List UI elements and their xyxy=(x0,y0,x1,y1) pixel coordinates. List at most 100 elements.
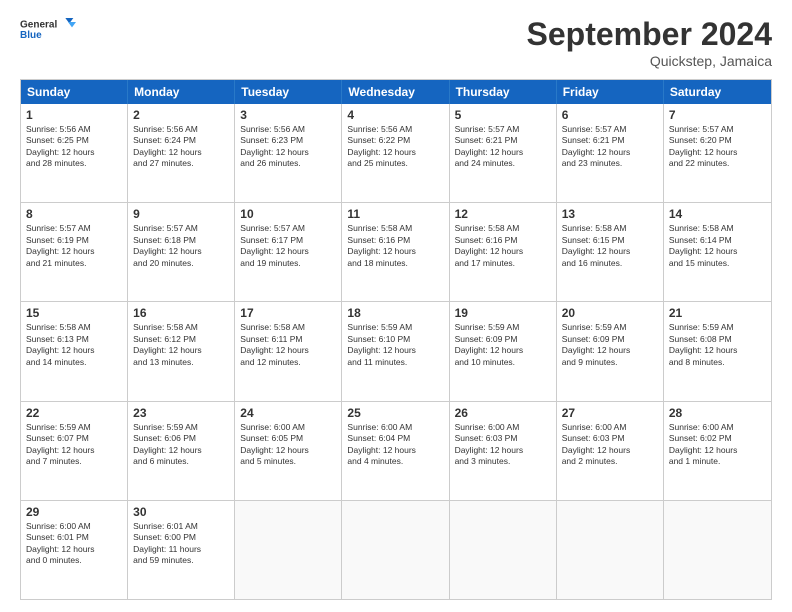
empty-cell xyxy=(450,501,557,599)
cell-info: Sunrise: 6:00 AM Sunset: 6:03 PM Dayligh… xyxy=(455,422,551,468)
day-number: 22 xyxy=(26,406,122,420)
logo-icon: GeneralBlue xyxy=(20,16,80,44)
title-block: September 2024 Quickstep, Jamaica xyxy=(527,16,772,69)
day-cell-12: 12 Sunrise: 5:58 AM Sunset: 6:16 PM Dayli… xyxy=(450,203,557,301)
cell-info: Sunrise: 6:00 AM Sunset: 6:05 PM Dayligh… xyxy=(240,422,336,468)
header-day-wednesday: Wednesday xyxy=(342,80,449,104)
day-cell-4: 4Sunrise: 5:56 AM Sunset: 6:22 PM Daylig… xyxy=(342,104,449,202)
day-cell-15: 15Sunrise: 5:58 AM Sunset: 6:13 PM Dayli… xyxy=(21,302,128,400)
page: GeneralBlue September 2024 Quickstep, Ja… xyxy=(0,0,792,612)
cell-info: Sunrise: 5:59 AM Sunset: 6:08 PM Dayligh… xyxy=(669,322,766,368)
logo: GeneralBlue xyxy=(20,16,80,44)
day-number: 7 xyxy=(669,108,766,122)
cell-info: Sunrise: 5:57 AM Sunset: 6:18 PM Dayligh… xyxy=(133,223,229,269)
cell-info: Sunrise: 5:59 AM Sunset: 6:10 PM Dayligh… xyxy=(347,322,443,368)
day-cell-30: 30 Sunrise: 6:01 AM Sunset: 6:00 PM Dayli… xyxy=(128,501,235,599)
day-cell-29: 29 Sunrise: 6:00 AM Sunset: 6:01 PM Dayli… xyxy=(21,501,128,599)
day-cell-20: 20 Sunrise: 5:59 AM Sunset: 6:09 PM Dayli… xyxy=(557,302,664,400)
cell-info: Sunrise: 5:59 AM Sunset: 6:06 PM Dayligh… xyxy=(133,422,229,468)
cell-info: Sunrise: 5:57 AM Sunset: 6:21 PM Dayligh… xyxy=(455,124,551,170)
subtitle: Quickstep, Jamaica xyxy=(527,53,772,69)
day-number: 6 xyxy=(562,108,658,122)
cell-info: Sunrise: 5:58 AM Sunset: 6:13 PM Dayligh… xyxy=(26,322,122,368)
day-cell-1: 1 Sunrise: 5:56 AM Sunset: 6:25 PM Daylig… xyxy=(21,104,128,202)
svg-text:Blue: Blue xyxy=(20,30,42,41)
svg-text:General: General xyxy=(20,19,57,30)
day-cell-9: 9 Sunrise: 5:57 AM Sunset: 6:18 PM Daylig… xyxy=(128,203,235,301)
day-number: 27 xyxy=(562,406,658,420)
day-cell-11: 11 Sunrise: 5:58 AM Sunset: 6:16 PM Dayli… xyxy=(342,203,449,301)
header-day-thursday: Thursday xyxy=(450,80,557,104)
calendar-row-4: 22 Sunrise: 5:59 AM Sunset: 6:07 PM Dayli… xyxy=(21,401,771,500)
empty-cell xyxy=(235,501,342,599)
day-cell-18: 18Sunrise: 5:59 AM Sunset: 6:10 PM Dayli… xyxy=(342,302,449,400)
cell-info: Sunrise: 5:57 AM Sunset: 6:20 PM Dayligh… xyxy=(669,124,766,170)
day-number: 30 xyxy=(133,505,229,519)
day-cell-28: 28Sunrise: 6:00 AM Sunset: 6:02 PM Dayli… xyxy=(664,402,771,500)
day-number: 13 xyxy=(562,207,658,221)
day-number: 16 xyxy=(133,306,229,320)
day-number: 1 xyxy=(26,108,122,122)
day-number: 11 xyxy=(347,207,443,221)
calendar-row-2: 8 Sunrise: 5:57 AM Sunset: 6:19 PM Daylig… xyxy=(21,202,771,301)
header: GeneralBlue September 2024 Quickstep, Ja… xyxy=(20,16,772,69)
day-cell-16: 16 Sunrise: 5:58 AM Sunset: 6:12 PM Dayli… xyxy=(128,302,235,400)
day-cell-22: 22 Sunrise: 5:59 AM Sunset: 6:07 PM Dayli… xyxy=(21,402,128,500)
cell-info: Sunrise: 5:58 AM Sunset: 6:16 PM Dayligh… xyxy=(347,223,443,269)
day-cell-13: 13 Sunrise: 5:58 AM Sunset: 6:15 PM Dayli… xyxy=(557,203,664,301)
day-cell-21: 21 Sunrise: 5:59 AM Sunset: 6:08 PM Dayli… xyxy=(664,302,771,400)
cell-info: Sunrise: 5:58 AM Sunset: 6:12 PM Dayligh… xyxy=(133,322,229,368)
day-number: 20 xyxy=(562,306,658,320)
calendar-body: 1 Sunrise: 5:56 AM Sunset: 6:25 PM Daylig… xyxy=(21,104,771,599)
cell-info: Sunrise: 5:59 AM Sunset: 6:07 PM Dayligh… xyxy=(26,422,122,468)
calendar-header: SundayMondayTuesdayWednesdayThursdayFrid… xyxy=(21,80,771,104)
header-day-monday: Monday xyxy=(128,80,235,104)
day-number: 10 xyxy=(240,207,336,221)
cell-info: Sunrise: 5:58 AM Sunset: 6:16 PM Dayligh… xyxy=(455,223,551,269)
day-number: 3 xyxy=(240,108,336,122)
day-cell-14: 14 Sunrise: 5:58 AM Sunset: 6:14 PM Dayli… xyxy=(664,203,771,301)
day-cell-7: 7 Sunrise: 5:57 AM Sunset: 6:20 PM Daylig… xyxy=(664,104,771,202)
day-number: 14 xyxy=(669,207,766,221)
day-cell-2: 2Sunrise: 5:56 AM Sunset: 6:24 PM Daylig… xyxy=(128,104,235,202)
cell-info: Sunrise: 5:58 AM Sunset: 6:15 PM Dayligh… xyxy=(562,223,658,269)
day-cell-6: 6 Sunrise: 5:57 AM Sunset: 6:21 PM Daylig… xyxy=(557,104,664,202)
cell-info: Sunrise: 5:59 AM Sunset: 6:09 PM Dayligh… xyxy=(562,322,658,368)
day-number: 24 xyxy=(240,406,336,420)
day-cell-8: 8 Sunrise: 5:57 AM Sunset: 6:19 PM Daylig… xyxy=(21,203,128,301)
day-cell-5: 5Sunrise: 5:57 AM Sunset: 6:21 PM Daylig… xyxy=(450,104,557,202)
day-cell-24: 24 Sunrise: 6:00 AM Sunset: 6:05 PM Dayli… xyxy=(235,402,342,500)
cell-info: Sunrise: 6:00 AM Sunset: 6:03 PM Dayligh… xyxy=(562,422,658,468)
cell-info: Sunrise: 5:56 AM Sunset: 6:24 PM Dayligh… xyxy=(133,124,229,170)
day-number: 4 xyxy=(347,108,443,122)
day-number: 28 xyxy=(669,406,766,420)
day-number: 19 xyxy=(455,306,551,320)
day-number: 25 xyxy=(347,406,443,420)
month-title: September 2024 xyxy=(527,16,772,53)
cell-info: Sunrise: 5:57 AM Sunset: 6:17 PM Dayligh… xyxy=(240,223,336,269)
calendar-row-5: 29 Sunrise: 6:00 AM Sunset: 6:01 PM Dayli… xyxy=(21,500,771,599)
cell-info: Sunrise: 6:00 AM Sunset: 6:01 PM Dayligh… xyxy=(26,521,122,567)
day-number: 23 xyxy=(133,406,229,420)
cell-info: Sunrise: 5:59 AM Sunset: 6:09 PM Dayligh… xyxy=(455,322,551,368)
cell-info: Sunrise: 6:00 AM Sunset: 6:04 PM Dayligh… xyxy=(347,422,443,468)
cell-info: Sunrise: 5:56 AM Sunset: 6:23 PM Dayligh… xyxy=(240,124,336,170)
day-cell-25: 25 Sunrise: 6:00 AM Sunset: 6:04 PM Dayli… xyxy=(342,402,449,500)
cell-info: Sunrise: 5:57 AM Sunset: 6:19 PM Dayligh… xyxy=(26,223,122,269)
day-number: 12 xyxy=(455,207,551,221)
cell-info: Sunrise: 5:56 AM Sunset: 6:25 PM Dayligh… xyxy=(26,124,122,170)
header-day-sunday: Sunday xyxy=(21,80,128,104)
day-number: 8 xyxy=(26,207,122,221)
day-cell-23: 23 Sunrise: 5:59 AM Sunset: 6:06 PM Dayli… xyxy=(128,402,235,500)
day-number: 9 xyxy=(133,207,229,221)
day-number: 21 xyxy=(669,306,766,320)
cell-info: Sunrise: 6:01 AM Sunset: 6:00 PM Dayligh… xyxy=(133,521,229,567)
header-day-saturday: Saturday xyxy=(664,80,771,104)
cell-info: Sunrise: 5:57 AM Sunset: 6:21 PM Dayligh… xyxy=(562,124,658,170)
calendar: SundayMondayTuesdayWednesdayThursdayFrid… xyxy=(20,79,772,600)
day-number: 17 xyxy=(240,306,336,320)
cell-info: Sunrise: 5:58 AM Sunset: 6:14 PM Dayligh… xyxy=(669,223,766,269)
day-cell-10: 10 Sunrise: 5:57 AM Sunset: 6:17 PM Dayli… xyxy=(235,203,342,301)
calendar-row-1: 1 Sunrise: 5:56 AM Sunset: 6:25 PM Daylig… xyxy=(21,104,771,202)
day-number: 29 xyxy=(26,505,122,519)
